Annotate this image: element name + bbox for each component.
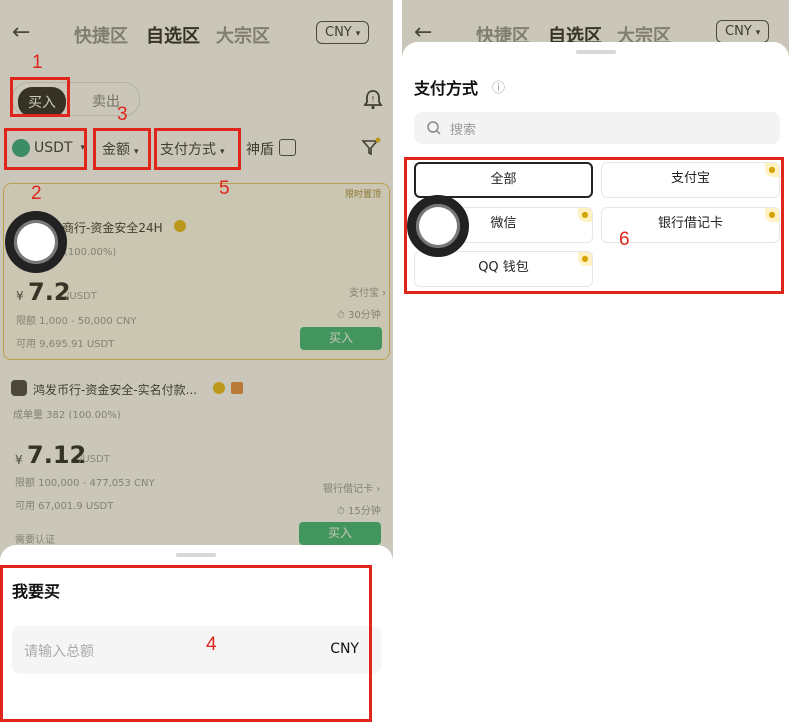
payment-time: ⏱ 30分钟 — [337, 310, 381, 321]
annotation-box-2 — [4, 128, 87, 170]
available-amount: 可用 9,695.91 USDT — [16, 339, 115, 350]
pinned-tag: 限时置顶 — [344, 190, 381, 200]
shield-badge-icon — [231, 382, 243, 394]
merchant-name: 商行-资金安全24H — [62, 221, 163, 235]
verified-badge-icon — [213, 382, 225, 394]
annotation-box-6 — [404, 157, 784, 294]
order-stats: 成单量 382 (100.00%) — [13, 410, 121, 421]
currency-selector[interactable]: CNY ▾ — [716, 20, 770, 43]
buy-button[interactable]: 买入 — [300, 327, 382, 350]
annotation-number: 6 — [619, 229, 630, 250]
payment-method-sheet: 支付方式 ⓘ 搜索 全部 支付宝 ● 微信 ● 银行借记卡 ● QQ 钱包 ● — [402, 42, 789, 722]
shield-label: 神盾 — [246, 142, 274, 158]
merchant-card[interactable]: 限时置顶 商行-资金安全24H (100.00%) ¥ 7.2 /USDT 支付… — [3, 183, 390, 360]
auth-required-label: 需要认证 — [15, 535, 55, 546]
limit-range: 限额 100,000 - 477,053 CNY — [15, 478, 155, 489]
payment-method: 支付宝 › — [349, 288, 387, 299]
annotation-box-5 — [154, 128, 241, 170]
info-icon[interactable]: ⓘ — [492, 77, 505, 96]
currency-selector[interactable]: CNY ▾ — [316, 21, 370, 44]
price-value: 7.2 — [28, 278, 71, 306]
search-placeholder: 搜索 — [450, 123, 477, 138]
right-screen: ← 快捷区 自选区 大宗区 CNY ▾ 支付方式 ⓘ 搜索 全部 支付宝 ● 微信 ●… — [402, 0, 789, 722]
sheet-handle[interactable] — [176, 553, 216, 557]
chevron-down-icon: ▾ — [355, 29, 361, 39]
svg-text:!: ! — [371, 95, 374, 104]
annotation-number: 3 — [117, 104, 128, 125]
tab-quick[interactable]: 快捷区 — [74, 22, 128, 48]
annotation-number: 2 — [31, 183, 42, 204]
annotation-number: 1 — [32, 52, 43, 73]
bell-alert-icon[interactable]: ! — [362, 88, 384, 110]
merchant-avatar — [11, 380, 27, 396]
merchant-card[interactable]: 鸿发币行-资金安全-实名付款... 成单量 382 (100.00%) ¥ 7.… — [3, 374, 390, 550]
touch-indicator — [5, 211, 67, 273]
shield-checkbox[interactable] — [279, 139, 296, 156]
tab-optional[interactable]: 自选区 — [146, 22, 200, 48]
annotation-box-1 — [10, 77, 70, 117]
price-unit: /USDT — [79, 454, 110, 465]
sheet-title: 支付方式 — [414, 79, 479, 98]
currency-symbol: ¥ — [15, 453, 23, 467]
order-stats: (100.00%) — [64, 247, 117, 258]
tab-bulk[interactable]: 大宗区 — [216, 22, 270, 48]
annotation-number: 4 — [206, 634, 217, 655]
search-icon — [427, 121, 441, 135]
back-arrow-icon[interactable]: ← — [12, 20, 30, 45]
merchant-name: 鸿发币行-资金安全-实名付款... — [33, 383, 198, 397]
limit-range: 限额 1,000 - 50,000 CNY — [16, 316, 137, 327]
currency-label: CNY — [325, 25, 352, 40]
filter-funnel-icon[interactable] — [360, 136, 382, 158]
price-value: 7.12 — [27, 441, 87, 469]
sheet-handle[interactable] — [576, 50, 616, 54]
annotation-box-4 — [0, 565, 372, 722]
annotation-number: 5 — [219, 178, 230, 199]
price-unit: /USDT — [66, 291, 97, 302]
annotation-box-3 — [93, 128, 151, 170]
chevron-down-icon: ▾ — [755, 28, 761, 38]
currency-label: CNY — [725, 24, 752, 39]
verified-badge-icon — [174, 220, 186, 232]
search-input[interactable]: 搜索 — [414, 112, 780, 144]
currency-symbol: ¥ — [16, 289, 24, 303]
buy-button[interactable]: 买入 — [299, 522, 381, 545]
sell-tab[interactable]: 卖出 — [92, 91, 120, 111]
available-amount: 可用 67,001.9 USDT — [15, 501, 114, 512]
left-screen: ← 快捷区 自选区 大宗区 CNY ▾ 买入 卖出 ! USDT ▾ 金额 ▾ 支付方… — [0, 0, 393, 722]
payment-method: 银行借记卡 › — [323, 484, 381, 495]
payment-time: ⏱ 15分钟 — [337, 506, 381, 517]
